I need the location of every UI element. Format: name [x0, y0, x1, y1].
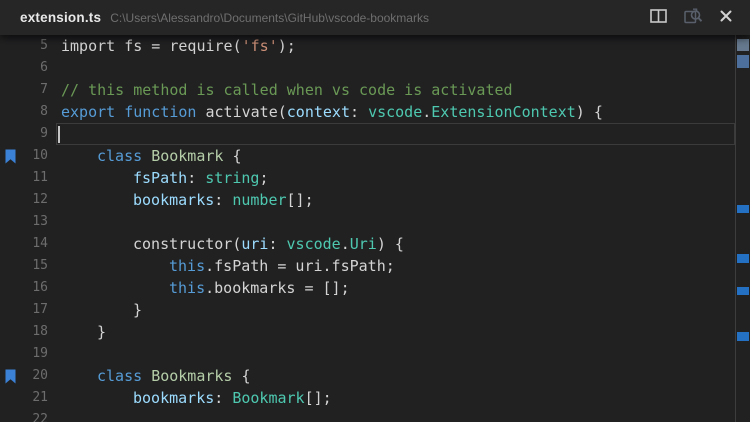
- glyph-margin: [0, 189, 20, 211]
- glyph-margin: [0, 101, 20, 123]
- line-number: 22: [20, 409, 48, 422]
- ruler-bookmark-mark: [737, 332, 749, 341]
- line-number: 11: [20, 167, 48, 189]
- code-lines: 5import fs = require('fs');67// this met…: [0, 35, 736, 422]
- open-preview-icon: [684, 8, 703, 27]
- glyph-margin: [0, 211, 20, 233]
- code-line[interactable]: 10class Bookmark {: [0, 145, 736, 167]
- glyph-margin: [0, 343, 20, 365]
- glyph-margin: [0, 57, 20, 79]
- file-path: C:\Users\Alessandro\Documents\GitHub\vsc…: [110, 11, 429, 25]
- glyph-margin: [0, 35, 20, 57]
- glyph-margin: [0, 255, 20, 277]
- code-text: [48, 57, 736, 79]
- overview-ruler-scrollbar[interactable]: [735, 35, 750, 422]
- line-number: 5: [20, 35, 48, 57]
- code-line[interactable]: 13: [0, 211, 736, 233]
- line-number: 14: [20, 233, 48, 255]
- code-line[interactable]: 17}: [0, 299, 736, 321]
- split-editor-icon: [650, 9, 667, 26]
- glyph-margin: [0, 167, 20, 189]
- code-text: fsPath: string;: [48, 167, 736, 189]
- code-line[interactable]: 5import fs = require('fs');: [0, 35, 736, 57]
- line-number: 13: [20, 211, 48, 233]
- code-text: bookmarks: Bookmark[];: [48, 387, 736, 409]
- line-number: 10: [20, 145, 48, 167]
- line-number: 17: [20, 299, 48, 321]
- vscode-window: extension.ts C:\Users\Alessandro\Documen…: [0, 0, 750, 422]
- line-number: 15: [20, 255, 48, 277]
- code-text: class Bookmarks {: [48, 365, 736, 387]
- line-number: 12: [20, 189, 48, 211]
- line-number: 19: [20, 343, 48, 365]
- line-number: 18: [20, 321, 48, 343]
- line-number: 8: [20, 101, 48, 123]
- line-number: 7: [20, 79, 48, 101]
- code-text: [48, 211, 736, 233]
- glyph-margin: [0, 321, 20, 343]
- ruler-bookmark-mark: [737, 287, 749, 295]
- line-number: 21: [20, 387, 48, 409]
- line-number: 16: [20, 277, 48, 299]
- close-icon: [720, 10, 732, 25]
- code-text: [48, 409, 736, 422]
- code-line[interactable]: 22: [0, 409, 736, 422]
- code-text: // this method is called when vs code is…: [48, 79, 736, 101]
- bookmark-icon[interactable]: [0, 145, 20, 167]
- code-line[interactable]: 16this.bookmarks = [];: [0, 277, 736, 299]
- code-text: this.bookmarks = [];: [48, 277, 736, 299]
- code-text: }: [48, 299, 736, 321]
- code-text: import fs = require('fs');: [48, 35, 736, 57]
- code-text: [48, 343, 736, 365]
- code-line[interactable]: 9: [0, 123, 736, 145]
- glyph-margin: [0, 387, 20, 409]
- ruler-bookmark-mark: [737, 55, 749, 68]
- file-name: extension.ts: [20, 10, 101, 25]
- code-line[interactable]: 12bookmarks: number[];: [0, 189, 736, 211]
- code-line[interactable]: 20class Bookmarks {: [0, 365, 736, 387]
- glyph-margin: [0, 277, 20, 299]
- bookmark-icon[interactable]: [0, 365, 20, 387]
- code-line[interactable]: 6: [0, 57, 736, 79]
- glyph-margin: [0, 299, 20, 321]
- code-text: this.fsPath = uri.fsPath;: [48, 255, 736, 277]
- ruler-bookmark-mark: [737, 205, 749, 213]
- code-line[interactable]: 7// this method is called when vs code i…: [0, 79, 736, 101]
- title-bar-actions: [646, 4, 736, 31]
- line-number: 6: [20, 57, 48, 79]
- code-editor: 5import fs = require('fs');67// this met…: [0, 35, 736, 422]
- code-line[interactable]: 15this.fsPath = uri.fsPath;: [0, 255, 736, 277]
- glyph-margin: [0, 123, 20, 145]
- open-preview-button[interactable]: [680, 4, 707, 31]
- code-text: constructor(uri: vscode.Uri) {: [48, 233, 736, 255]
- code-line[interactable]: 14constructor(uri: vscode.Uri) {: [0, 233, 736, 255]
- code-line[interactable]: 18}: [0, 321, 736, 343]
- close-editor-button[interactable]: [716, 6, 736, 29]
- code-text: class Bookmark {: [48, 145, 736, 167]
- code-text: [48, 123, 736, 145]
- glyph-margin: [0, 79, 20, 101]
- code-line[interactable]: 8export function activate(context: vscod…: [0, 101, 736, 123]
- code-text: }: [48, 321, 736, 343]
- line-number: 20: [20, 365, 48, 387]
- code-text: bookmarks: number[];: [48, 189, 736, 211]
- glyph-margin: [0, 233, 20, 255]
- ruler-bookmark-mark: [737, 254, 749, 263]
- glyph-margin: [0, 409, 20, 422]
- split-editor-button[interactable]: [646, 5, 671, 30]
- line-number: 9: [20, 123, 48, 145]
- code-line[interactable]: 21bookmarks: Bookmark[];: [0, 387, 736, 409]
- ruler-bookmark-mark: [737, 39, 749, 51]
- code-text: export function activate(context: vscode…: [48, 101, 736, 123]
- editor-title-bar: extension.ts C:\Users\Alessandro\Documen…: [0, 0, 750, 35]
- code-line[interactable]: 19: [0, 343, 736, 365]
- code-line[interactable]: 11fsPath: string;: [0, 167, 736, 189]
